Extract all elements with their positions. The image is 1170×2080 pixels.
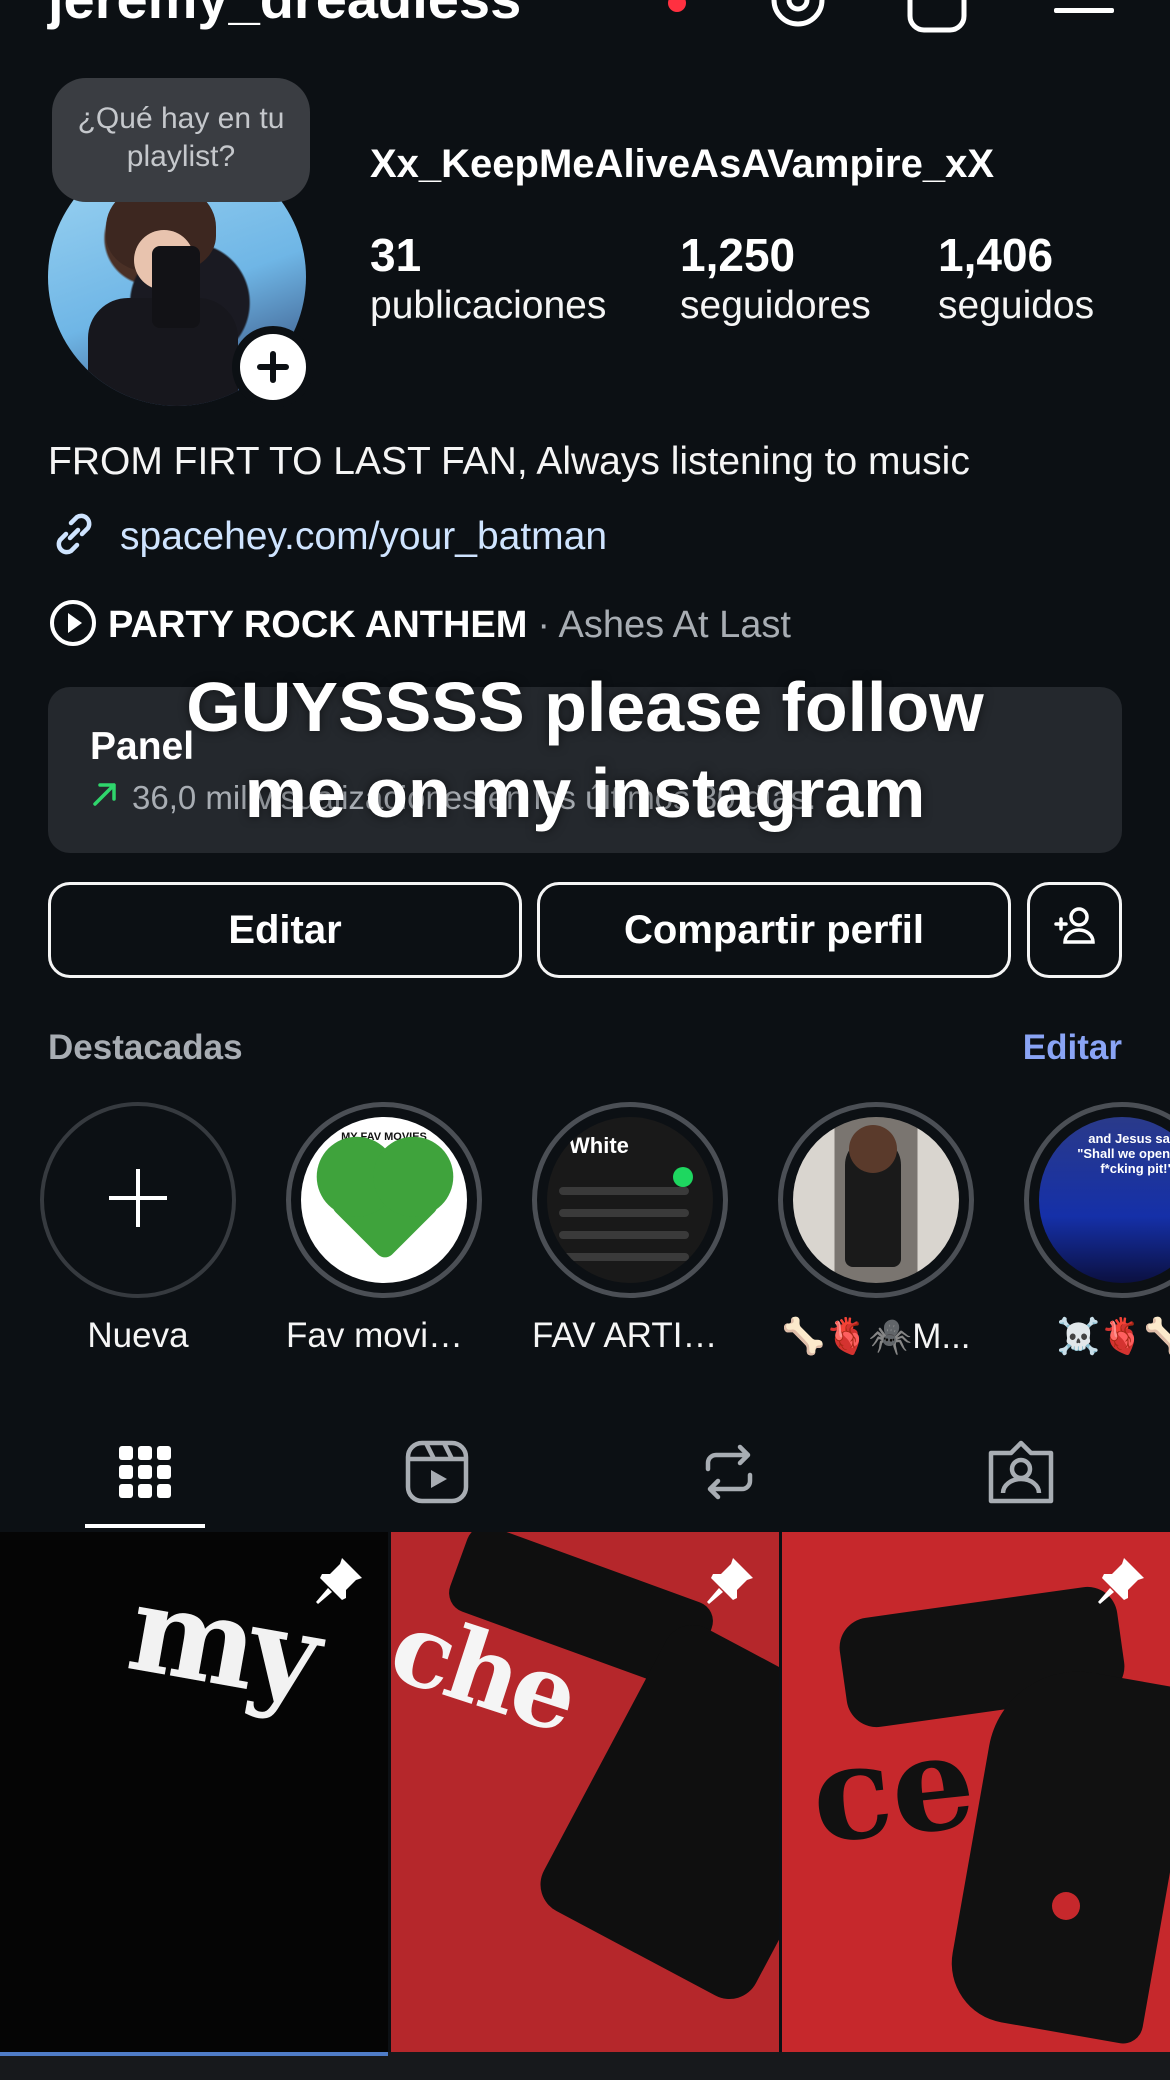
share-profile-button[interactable]: Compartir perfil [537, 882, 1011, 978]
overlay-caption: GUYSSSS please follow me on my instagram [0, 664, 1170, 836]
stat-value: 1,250 [680, 229, 796, 281]
profile-bio: FROM FIRT TO LAST FAN, Always listening … [48, 440, 970, 483]
posts-grid: my che ce [0, 1532, 1170, 2052]
post-art-shape [1052, 1892, 1080, 1920]
highlight-thumbnail: and Jesus said: "Shall we open this f*ck… [1039, 1117, 1170, 1283]
add-story-button[interactable] [232, 326, 314, 408]
highlight-label: Nueva [87, 1316, 189, 1355]
head-graphic [849, 1125, 897, 1173]
highlight-label: FAV ARTIST... [532, 1316, 728, 1355]
post-art-text: my [119, 1557, 326, 1728]
highlight-label: ☠️🫀🦴 [1056, 1317, 1170, 1356]
following-count[interactable]: 1,406 seguidos [938, 228, 1094, 330]
highlight-thumbnail: White [547, 1117, 713, 1283]
profile-header: jeremy_dreadless [0, 0, 1170, 40]
highlight-ring: MY FAV MOVIES [286, 1102, 482, 1298]
post-art-text [0, 1640, 35, 1797]
highlight-fav-artist[interactable]: White FAV ARTIST... [532, 1102, 728, 1356]
grid-post[interactable]: che [391, 1532, 779, 2052]
suggested-people-button[interactable] [1027, 882, 1122, 978]
highlights-title: Destacadas [48, 1028, 243, 1067]
highlight-ring: and Jesus said: "Shall we open this f*ck… [1024, 1102, 1170, 1298]
highlight-new[interactable]: Nueva [40, 1102, 236, 1356]
highlights-edit-link[interactable]: Editar [1023, 1028, 1122, 1068]
reels-icon [404, 1439, 470, 1510]
threads-icon[interactable] [770, 0, 826, 33]
play-dot [673, 1167, 693, 1187]
tab-reels[interactable] [292, 1418, 582, 1530]
thumbnail-bar [559, 1231, 689, 1239]
highlight-ring [778, 1102, 974, 1298]
heart-graphic [328, 1148, 442, 1262]
tab-reposts[interactable] [584, 1418, 874, 1530]
plus-icon [240, 334, 306, 400]
stat-label: seguidos [938, 284, 1095, 327]
stat-value: 1,406 [938, 229, 1054, 281]
thumbnail-bar [559, 1209, 689, 1217]
menu-icon[interactable] [1052, 0, 1116, 40]
add-person-icon [1052, 902, 1098, 958]
bottom-accent [0, 2052, 388, 2056]
thumbnail-text: White [569, 1133, 629, 1158]
overlay-line: me on my instagram [244, 754, 926, 832]
profile-music[interactable]: PARTY ROCK ANTHEM · Ashes At Last [48, 598, 791, 653]
profile-tabs [0, 1418, 1170, 1530]
highlight-label: Fav movies!!!! [286, 1316, 482, 1355]
grid-post[interactable]: ce [782, 1532, 1170, 2052]
posts-count[interactable]: 31 publicaciones [370, 228, 606, 330]
reposts-icon [698, 1441, 760, 1508]
highlight-thumbnail [793, 1117, 959, 1283]
profile-link[interactable]: spacehey.com/your_batman [48, 508, 607, 565]
highlight-ring: White [532, 1102, 728, 1298]
overlay-line: GUYSSSS please follow [186, 668, 984, 746]
avatar-phone [152, 246, 200, 328]
tab-posts-grid[interactable] [0, 1418, 290, 1530]
profile-username[interactable]: jeremy_dreadless [48, 0, 521, 31]
tagged-icon [987, 1439, 1055, 1510]
create-post-icon[interactable] [906, 0, 968, 39]
highlight-mirror[interactable]: 🦴🫀🕷️M... [778, 1102, 974, 1357]
bottom-strip [0, 2052, 1170, 2080]
highlight-label: 🦴🫀🕷️M... [781, 1317, 971, 1356]
highlight-concert[interactable]: and Jesus said: "Shall we open this f*ck… [1024, 1102, 1170, 1357]
song-artist: · Ashes At Last [537, 604, 791, 646]
stat-value: 31 [370, 229, 422, 281]
highlight-ring [40, 1102, 236, 1298]
pin-icon [312, 1554, 366, 1613]
active-tab-indicator [85, 1524, 205, 1528]
notification-dot [668, 0, 686, 12]
highlight-fav-movies[interactable]: MY FAV MOVIES Fav movies!!!! [286, 1102, 482, 1356]
stat-label: publicaciones [370, 284, 607, 327]
pin-icon [1094, 1554, 1148, 1613]
play-icon [48, 598, 98, 653]
grid-icon [117, 1444, 173, 1505]
link-icon [48, 508, 100, 565]
link-text[interactable]: spacehey.com/your_batman [120, 515, 607, 559]
grid-post[interactable]: my [0, 1532, 388, 2052]
highlight-thumbnail: MY FAV MOVIES [301, 1117, 467, 1283]
followers-count[interactable]: 1,250 seguidores [680, 228, 871, 330]
tab-tagged[interactable] [876, 1418, 1166, 1530]
thumbnail-text: MY FAV MOVIES [341, 1131, 427, 1143]
stat-label: seguidores [680, 284, 871, 327]
plus-icon [107, 1167, 169, 1234]
thumbnail-bar [559, 1253, 689, 1261]
thumbnail-bar [559, 1187, 689, 1195]
note-bubble[interactable]: ¿Qué hay en tu playlist? [52, 78, 310, 202]
edit-profile-button[interactable]: Editar [48, 882, 522, 978]
pin-icon [703, 1554, 757, 1613]
song-title: PARTY ROCK ANTHEM [108, 604, 528, 646]
display-name: Xx_KeepMeAliveAsAVampire_xX [370, 142, 995, 186]
post-art-text: ce [804, 1703, 982, 1874]
thumbnail-text: and Jesus said: "Shall we open this f*ck… [1077, 1131, 1170, 1176]
